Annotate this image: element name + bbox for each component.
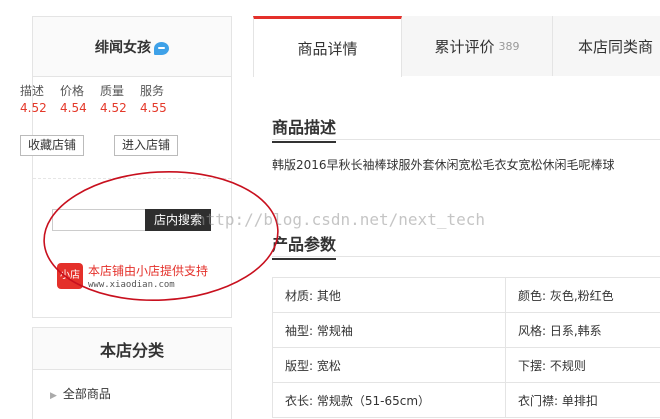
table-row: 袖型: 常规袖 风格: 日系,韩系: [272, 312, 660, 348]
score-item: 质量 4.52: [100, 82, 140, 115]
param-cell: 下摆: 不规则: [505, 347, 660, 383]
chat-icon[interactable]: [154, 42, 169, 55]
param-cell: 衣长: 常规款（51-65cm）: [272, 382, 506, 418]
param-cell: 颜色: 灰色,粉红色: [505, 277, 660, 313]
param-cell: 袖型: 常规袖: [272, 312, 506, 348]
table-row: 版型: 宽松 下摆: 不规则: [272, 347, 660, 383]
watermark: http://blog.csdn.net/next_tech: [196, 210, 485, 229]
description-text: 韩版2016早秋长袖棒球服外套休闲宽松毛衣女宽松休闲毛呢棒球: [272, 158, 615, 172]
score-item: 服务 4.55: [140, 82, 180, 115]
score-label: 描述: [20, 84, 45, 98]
score-value: 4.52: [100, 101, 127, 115]
shop-name[interactable]: 绯闻女孩: [95, 37, 151, 57]
chevron-right-icon: ▶: [50, 391, 57, 401]
category-title: 本店分类: [33, 328, 231, 370]
table-row: 材质: 其他 颜色: 灰色,粉红色: [272, 277, 660, 313]
score-label: 服务: [140, 84, 165, 98]
category-item[interactable]: ▶ 全部商品: [50, 385, 111, 402]
score-value: 4.54: [60, 101, 87, 115]
review-count: 389: [498, 39, 520, 53]
favorite-shop-button[interactable]: 收藏店铺: [20, 135, 84, 156]
enter-shop-button[interactable]: 进入店铺: [114, 135, 178, 156]
score-value: 4.52: [20, 101, 47, 115]
tab-label: 商品详情: [297, 39, 358, 58]
tab-reviews[interactable]: 累计评价 389: [402, 16, 553, 76]
params-table: 材质: 其他 颜色: 灰色,粉红色 袖型: 常规袖 风格: 日系,韩系 版型: …: [272, 277, 660, 418]
score-value: 4.55: [140, 101, 167, 115]
score-label: 质量: [100, 84, 125, 98]
params-heading: 产品参数: [272, 231, 337, 260]
score-item: 描述 4.52: [20, 82, 60, 115]
detail-tabs: 商品详情 累计评价 389 本店同类商: [253, 16, 660, 77]
shop-scores: 描述 4.52 价格 4.54 质量 4.52 服务 4.55: [20, 82, 180, 115]
provider-text[interactable]: 本店铺由小店提供支持: [88, 262, 208, 279]
tab-product-details[interactable]: 商品详情: [253, 16, 402, 77]
category-card: 本店分类 ▶ 全部商品: [32, 327, 232, 419]
description-heading: 商品描述: [272, 114, 337, 143]
divider: [33, 178, 231, 179]
xiaodian-logo-icon[interactable]: 小店: [57, 263, 83, 289]
score-item: 价格 4.54: [60, 82, 100, 115]
param-cell: 材质: 其他: [272, 277, 506, 313]
tab-similar-items[interactable]: 本店同类商: [553, 16, 660, 76]
provider-url[interactable]: www.xiaodian.com: [88, 280, 175, 290]
category-item-label: 全部商品: [62, 387, 111, 401]
param-cell: 风格: 日系,韩系: [505, 312, 660, 348]
param-cell: 版型: 宽松: [272, 347, 506, 383]
tab-label: 本店同类商: [578, 37, 654, 56]
shop-search-button[interactable]: 店内搜索: [145, 209, 211, 231]
table-row: 衣长: 常规款（51-65cm） 衣门襟: 单排扣: [272, 382, 660, 418]
shop-header: 绯闻女孩: [33, 17, 231, 77]
score-label: 价格: [60, 84, 85, 98]
param-cell: 衣门襟: 单排扣: [505, 382, 660, 418]
tab-label: 累计评价: [434, 37, 495, 56]
shop-search-input[interactable]: [52, 209, 145, 231]
